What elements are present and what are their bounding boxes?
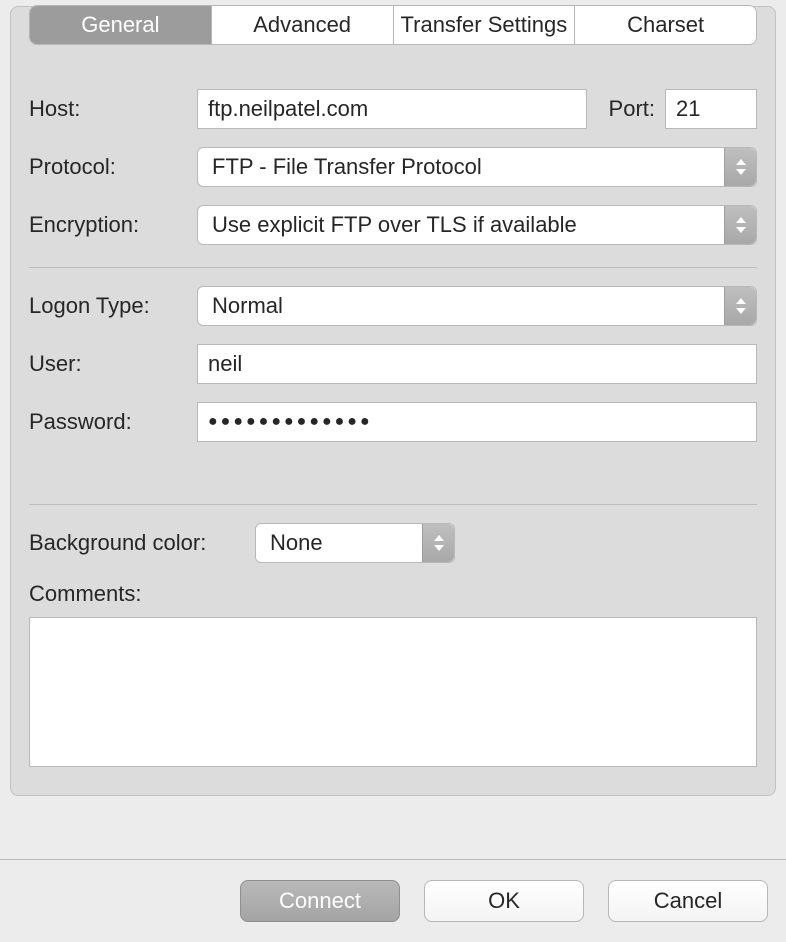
host-label: Host: <box>29 96 197 122</box>
cancel-button[interactable]: Cancel <box>608 880 768 922</box>
bg-color-label: Background color: <box>29 530 255 556</box>
tab-transfer-settings[interactable]: Transfer Settings <box>394 6 576 44</box>
tab-advanced[interactable]: Advanced <box>212 6 394 44</box>
updown-icon <box>724 148 756 186</box>
logon-type-label: Logon Type: <box>29 293 197 319</box>
tab-panel: General Advanced Transfer Settings Chars… <box>10 6 776 796</box>
tab-bar: General Advanced Transfer Settings Chars… <box>29 5 757 45</box>
site-manager-dialog: General Advanced Transfer Settings Chars… <box>0 0 786 942</box>
user-input[interactable] <box>197 344 757 384</box>
divider <box>29 267 757 268</box>
password-label: Password: <box>29 409 197 435</box>
port-label: Port: <box>609 96 655 122</box>
ok-button[interactable]: OK <box>424 880 584 922</box>
updown-icon <box>724 287 756 325</box>
user-label: User: <box>29 351 197 377</box>
password-input[interactable]: ●●●●●●●●●●●●● <box>197 402 757 442</box>
updown-icon <box>724 206 756 244</box>
encryption-label: Encryption: <box>29 212 197 238</box>
logon-type-value: Normal <box>212 293 283 319</box>
host-input[interactable] <box>197 89 587 129</box>
logon-type-select[interactable]: Normal <box>197 286 757 326</box>
port-input[interactable] <box>665 89 757 129</box>
encryption-select[interactable]: Use explicit FTP over TLS if available <box>197 205 757 245</box>
connect-button[interactable]: Connect <box>240 880 400 922</box>
divider <box>29 504 757 505</box>
protocol-value: FTP - File Transfer Protocol <box>212 154 482 180</box>
comments-textarea[interactable] <box>29 617 757 767</box>
encryption-value: Use explicit FTP over TLS if available <box>212 212 577 238</box>
bg-color-select[interactable]: None <box>255 523 455 563</box>
comments-label: Comments: <box>29 581 757 607</box>
protocol-select[interactable]: FTP - File Transfer Protocol <box>197 147 757 187</box>
password-mask: ●●●●●●●●●●●●● <box>208 413 373 431</box>
updown-icon <box>422 524 454 562</box>
dialog-footer: Connect OK Cancel <box>0 859 786 942</box>
tab-general[interactable]: General <box>30 6 212 44</box>
protocol-label: Protocol: <box>29 154 197 180</box>
tab-charset[interactable]: Charset <box>575 6 756 44</box>
bg-color-value: None <box>270 530 323 556</box>
